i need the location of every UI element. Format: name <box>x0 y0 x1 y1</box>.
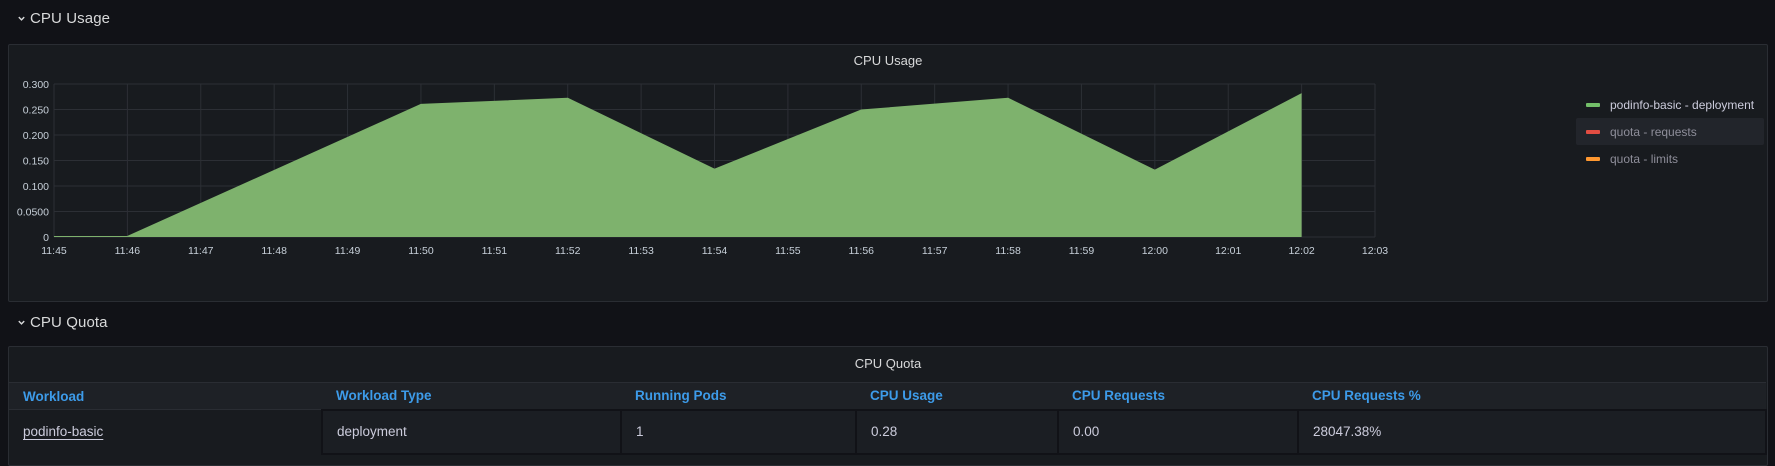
column-header[interactable]: CPU Usage <box>856 383 1058 410</box>
table-cell: 28047.38% <box>1298 410 1766 454</box>
table-cell: 0.28 <box>856 410 1058 454</box>
column-header[interactable]: Workload Type <box>322 383 621 410</box>
x-tick-label: 11:56 <box>849 245 875 257</box>
series-area <box>54 94 1302 237</box>
chart-legend: podinfo-basic - deployment quota - reques… <box>1576 91 1764 172</box>
cpu-usage-panel: CPU Usage 00.05000.1000.1500.2000.2500.3… <box>8 44 1768 302</box>
x-tick-label: 11:52 <box>555 245 581 257</box>
row-toggle-cpu-usage[interactable]: CPU Usage <box>16 6 110 30</box>
column-header[interactable]: CPU Requests <box>1058 383 1298 410</box>
legend-item[interactable]: quota - requests <box>1576 118 1764 145</box>
row-title: CPU Quota <box>30 314 108 331</box>
panel-title[interactable]: CPU Quota <box>9 348 1767 378</box>
workload-link[interactable]: podinfo-basic <box>23 424 103 439</box>
row-title: CPU Usage <box>30 10 110 27</box>
legend-color-swatch <box>1586 103 1600 107</box>
x-tick-label: 11:50 <box>408 245 434 257</box>
column-header[interactable]: CPU Requests % <box>1298 383 1766 410</box>
x-tick-label: 11:57 <box>922 245 948 257</box>
cpu-quota-panel: CPU Quota Workload Workload Type Running… <box>8 346 1768 466</box>
y-tick-label: 0.150 <box>23 156 49 168</box>
x-tick-label: 12:03 <box>1362 245 1388 257</box>
y-tick-label: 0.100 <box>23 181 49 193</box>
table-cell: 1 <box>621 410 856 454</box>
x-tick-label: 12:02 <box>1288 245 1314 257</box>
x-tick-label: 11:46 <box>115 245 141 257</box>
x-tick-label: 11:48 <box>261 245 287 257</box>
legend-color-swatch <box>1586 130 1600 134</box>
x-tick-label: 11:47 <box>188 245 214 257</box>
legend-item[interactable]: podinfo-basic - deployment <box>1576 91 1764 118</box>
y-tick-label: 0.300 <box>23 79 49 91</box>
x-tick-label: 11:59 <box>1069 245 1095 257</box>
column-header[interactable]: Running Pods <box>621 383 856 410</box>
x-tick-label: 11:45 <box>41 245 67 257</box>
cpu-usage-chart[interactable]: 0 0.0500 0.100 0.150 0.200 0.250 0.300 11:45 11:… <box>9 45 1569 301</box>
x-tick-label: 11:58 <box>995 245 1021 257</box>
table-cell: podinfo-basic <box>9 410 322 454</box>
table-header-row: Workload Workload Type Running Pods CPU … <box>9 383 1766 410</box>
y-tick-label: 0.200 <box>23 130 49 142</box>
legend-label: quota - requests <box>1610 125 1697 139</box>
y-tick-label: 0 <box>43 232 49 244</box>
chevron-down-icon <box>16 317 26 327</box>
column-header[interactable]: Workload <box>9 383 322 410</box>
x-tick-label: 11:54 <box>702 245 728 257</box>
table-cell: deployment <box>322 410 621 454</box>
legend-item[interactable]: quota - limits <box>1576 145 1764 172</box>
chevron-down-icon <box>16 13 26 23</box>
x-tick-label: 12:00 <box>1142 245 1168 257</box>
x-tick-label: 11:49 <box>335 245 361 257</box>
legend-color-swatch <box>1586 157 1600 161</box>
x-tick-label: 11:55 <box>775 245 801 257</box>
x-tick-label: 11:53 <box>628 245 654 257</box>
legend-label: quota - limits <box>1610 152 1678 166</box>
table-row: podinfo-basic deployment 1 0.28 0.00 280… <box>9 410 1766 454</box>
y-tick-label: 0.250 <box>23 105 49 117</box>
x-tick-label: 12:01 <box>1215 245 1241 257</box>
x-tick-label: 11:51 <box>482 245 508 257</box>
row-toggle-cpu-quota[interactable]: CPU Quota <box>16 310 108 334</box>
quota-table: Workload Workload Type Running Pods CPU … <box>9 382 1767 455</box>
legend-label: podinfo-basic - deployment <box>1610 98 1754 112</box>
table-cell: 0.00 <box>1058 410 1298 454</box>
y-tick-label: 0.0500 <box>17 207 49 219</box>
